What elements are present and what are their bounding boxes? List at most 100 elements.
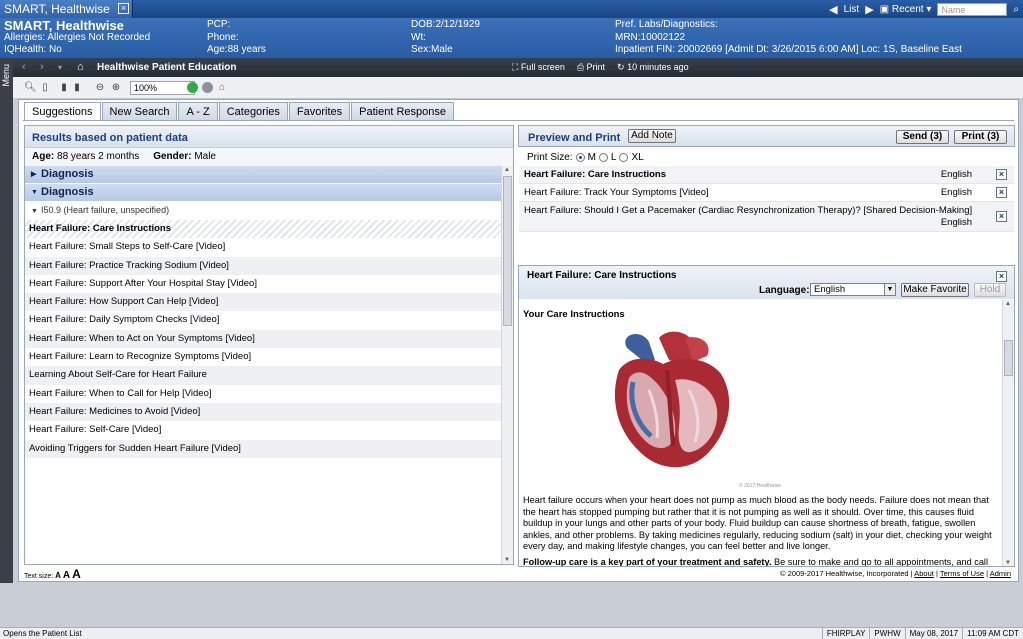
copy-icon[interactable]: ▮ <box>59 82 69 93</box>
go-icon[interactable] <box>187 82 198 93</box>
iqhealth: IQHealth: No <box>4 44 62 55</box>
print-list-item[interactable]: Heart Failure: Track Your Symptoms [Vide… <box>519 184 1014 202</box>
document-paragraph: Heart failure occurs when your heart doe… <box>523 495 992 551</box>
pref-labs: Pref. Labs/Diagnostics: <box>615 19 718 30</box>
close-preview-icon[interactable]: × <box>996 271 1007 282</box>
list-button[interactable]: List <box>844 4 860 15</box>
scroll-down-icon[interactable]: ▼ <box>504 557 510 563</box>
scroll-up-icon[interactable]: ▲ <box>504 167 510 173</box>
tab-categories[interactable]: Categories <box>218 102 288 121</box>
results-header: Results based on patient data <box>25 126 513 148</box>
back-icon[interactable]: ‹ <box>22 61 26 73</box>
remove-item-icon[interactable]: × <box>996 187 1007 198</box>
list-item[interactable]: Heart Failure: Small Steps to Self-Care … <box>25 238 503 256</box>
list-item[interactable]: Heart Failure: Medicines to Avoid [Video… <box>25 402 503 422</box>
print-selected-button[interactable]: Print (3) <box>954 130 1007 144</box>
text-size-large-button[interactable]: A <box>72 567 81 581</box>
diagnosis-code-label: I50.9 (Heart failure, unspecified) <box>41 205 170 215</box>
page-icon[interactable]: ▯ <box>40 82 50 93</box>
nav-bar: ‹ › ▾ ⌂ Healthwise Patient Education ⛶ F… <box>13 58 1023 77</box>
forward-arrow-icon[interactable]: ▶ <box>865 3 873 16</box>
language-value: English <box>814 284 846 295</box>
list-item[interactable]: Heart Failure: When to Call for Help [Vi… <box>25 385 503 403</box>
tab-new-search[interactable]: New Search <box>101 102 178 121</box>
tab-patient-response[interactable]: Patient Response <box>351 102 454 121</box>
mrn: MRN:10002122 <box>615 32 686 43</box>
print-list-item[interactable]: Heart Failure: Care Instructions English… <box>519 166 1014 184</box>
weight: Wt: <box>411 32 426 43</box>
text-size-small-button[interactable]: A <box>55 571 61 580</box>
document-preview: Heart Failure: Care Instructions × Langu… <box>518 265 1015 567</box>
scroll-thumb[interactable] <box>503 176 512 326</box>
document-scrollbar[interactable]: ▲ ▼ <box>1002 300 1014 566</box>
list-item[interactable]: Learning About Self-Care for Heart Failu… <box>25 366 503 385</box>
language-select[interactable]: English ▼ <box>810 283 896 296</box>
diagnosis-code[interactable]: ▼ I50.9 (Heart failure, unspecified) <box>25 202 503 220</box>
recent-label: Recent <box>891 3 924 15</box>
image-credit: © 2017 Healthwise <box>739 483 782 489</box>
add-note-button[interactable]: Add Note <box>628 129 676 143</box>
remove-item-icon[interactable]: × <box>996 211 1007 222</box>
list-item[interactable]: Heart Failure: Practice Tracking Sodium … <box>25 256 503 275</box>
admin-link[interactable]: Admin <box>990 569 1011 578</box>
home-page-icon[interactable]: ⌂ <box>217 82 227 93</box>
list-item[interactable]: Heart Failure: How Support Can Help [Vid… <box>25 293 503 312</box>
text-size-medium-button[interactable]: A <box>63 570 70 581</box>
send-button[interactable]: Send (3) <box>896 130 949 144</box>
list-item[interactable]: Avoiding Triggers for Sudden Heart Failu… <box>25 439 503 458</box>
list-item[interactable]: Heart Failure: Support After Your Hospit… <box>25 275 503 293</box>
list-item[interactable]: Heart Failure: Learn to Recognize Sympto… <box>25 348 503 366</box>
home-icon[interactable]: ⌂ <box>77 61 84 73</box>
print-list-item[interactable]: Heart Failure: Should I Get a Pacemaker … <box>519 202 1014 232</box>
patient-tab[interactable]: SMART, Healthwise × <box>0 0 133 18</box>
back-arrow-icon[interactable]: ◀ <box>829 3 837 16</box>
diagnosis-group-expanded[interactable]: ▼ Diagnosis <box>25 184 503 202</box>
follow-up-emphasis: Follow-up care is a key part of your tre… <box>523 556 772 567</box>
list-item[interactable]: Heart Failure: When to Act on Your Sympt… <box>25 329 503 349</box>
age-label: Age: <box>32 151 55 162</box>
print-item-language: English <box>940 187 972 198</box>
list-item[interactable]: Heart Failure: Daily Symptom Checks [Vid… <box>25 311 503 329</box>
scroll-thumb[interactable] <box>1004 340 1013 376</box>
list-item[interactable]: Heart Failure: Care Instructions <box>25 220 503 239</box>
stop-icon[interactable] <box>202 82 213 93</box>
footer-links: © 2009-2017 Healthwise, Incorporated | A… <box>780 569 1011 578</box>
hold-button[interactable]: Hold <box>974 283 1006 297</box>
scroll-down-icon[interactable]: ▼ <box>1005 560 1011 566</box>
age-value: 88 years 2 months <box>57 151 140 162</box>
print-size-m-radio[interactable] <box>575 153 585 162</box>
results-scrollbar[interactable]: ▲ ▼ <box>501 166 513 564</box>
print-size-xl-radio[interactable] <box>619 153 629 162</box>
heart-illustration <box>614 331 730 468</box>
list-item[interactable]: Heart Failure: Self-Care [Video] <box>25 421 503 439</box>
recent-button[interactable]: ▣ Recent ▾ <box>880 4 932 15</box>
history-dropdown-icon[interactable]: ▾ <box>58 63 62 72</box>
patient-name[interactable]: SMART, Healthwise <box>4 18 124 33</box>
menu-strip[interactable]: Menu <box>0 58 13 583</box>
print-size-xl-label: XL <box>631 152 644 163</box>
close-tab-icon[interactable]: × <box>118 3 129 14</box>
print-size-m-label: M <box>587 152 596 163</box>
print-size-l-radio[interactable] <box>598 153 608 162</box>
diagnosis-group-collapsed[interactable]: ▶ Diagnosis <box>25 166 503 184</box>
zoom-out-icon[interactable]: ⊖ <box>95 82 105 93</box>
make-favorite-button[interactable]: Make Favorite <box>901 283 969 297</box>
status-fields: FHIRPLAY PWHW May 08, 2017 11:09 AM CDT <box>821 628 1023 639</box>
tab-suggestions[interactable]: Suggestions <box>24 102 101 121</box>
remove-item-icon[interactable]: × <box>996 169 1007 180</box>
zoom-select[interactable]: 100%▾ <box>130 81 195 95</box>
find-icon[interactable]: 🔍︎ <box>24 82 37 93</box>
print-item-name: Heart Failure: Should I Get a Pacemaker … <box>524 205 973 216</box>
paste-icon[interactable]: ▮ <box>72 82 82 93</box>
search-icon[interactable]: ⌕ <box>1013 4 1019 15</box>
tab-favorites[interactable]: Favorites <box>288 102 351 121</box>
text-size-label: Text size: <box>24 573 54 580</box>
name-search-input[interactable]: Name <box>937 2 1008 16</box>
zoom-in-icon[interactable]: ⊕ <box>111 82 121 93</box>
terms-link[interactable]: Terms of Use <box>940 569 984 578</box>
caret-down-icon: ▼ <box>31 189 38 196</box>
about-link[interactable]: About <box>914 569 934 578</box>
forward-icon[interactable]: › <box>40 61 44 73</box>
tab-a-z[interactable]: A - Z <box>178 102 218 121</box>
scroll-up-icon[interactable]: ▲ <box>1005 301 1011 307</box>
